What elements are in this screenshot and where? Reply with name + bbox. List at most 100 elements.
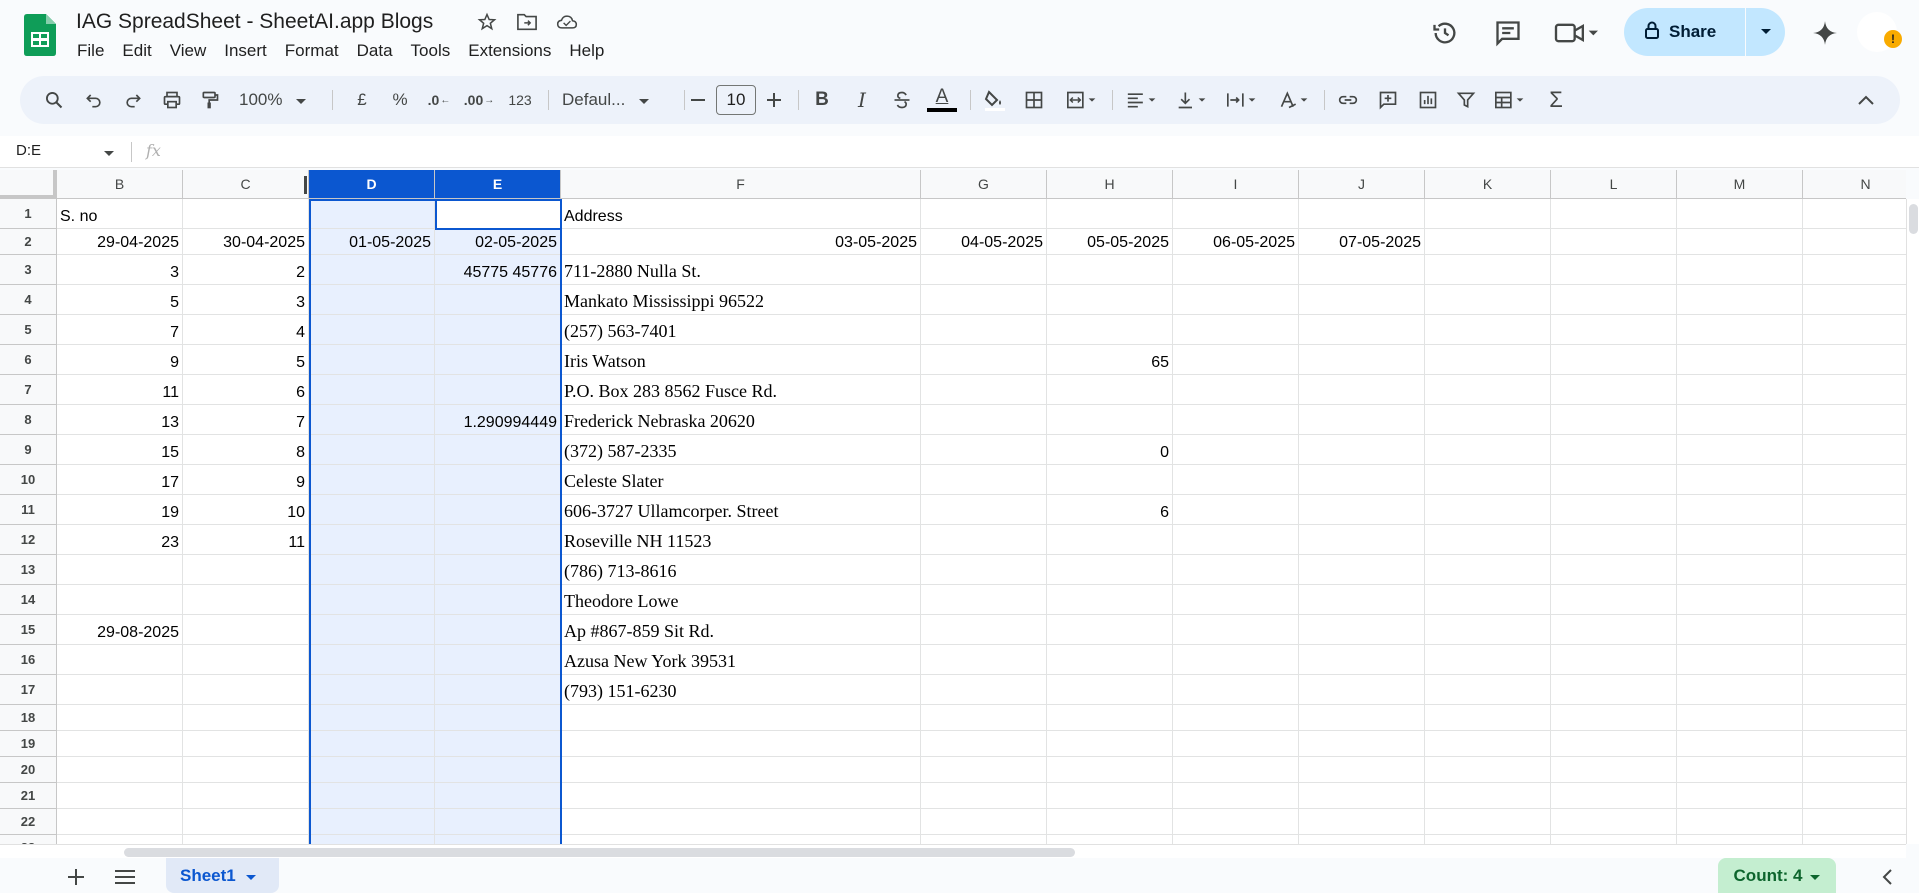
row-header-14[interactable]: 14 [0,585,57,615]
share-button[interactable]: Share [1624,8,1745,56]
cell-b5[interactable]: 7 [57,315,183,345]
search-menus-icon[interactable] [40,86,68,114]
cell-i14[interactable] [1173,585,1299,615]
cell-h7[interactable] [1047,375,1173,405]
column-header-d[interactable]: D [309,170,435,199]
cell-h9[interactable]: 0 [1047,435,1173,465]
column-header-e[interactable]: E [435,170,561,199]
undo-icon[interactable] [80,86,108,114]
cell-d19[interactable] [309,731,435,757]
cell-e18[interactable] [435,705,561,731]
column-header-i[interactable]: I [1173,170,1299,199]
cell-k18[interactable] [1425,705,1551,731]
cell-n12[interactable] [1803,525,1906,555]
cell-k14[interactable] [1425,585,1551,615]
cell-k20[interactable] [1425,757,1551,783]
collapse-toolbar-icon[interactable] [1852,86,1880,114]
cell-n8[interactable] [1803,405,1906,435]
cell-k19[interactable] [1425,731,1551,757]
row-header-15[interactable]: 15 [0,615,57,645]
row-header-22[interactable]: 22 [0,809,57,835]
cell-b14[interactable] [57,585,183,615]
cell-j17[interactable] [1299,675,1425,705]
cell-l12[interactable] [1551,525,1677,555]
vertical-scroll-thumb[interactable] [1909,204,1918,234]
menu-file[interactable]: File [68,39,113,63]
cell-g19[interactable] [921,731,1047,757]
menu-help[interactable]: Help [560,39,613,63]
cell-i13[interactable] [1173,555,1299,585]
cell-d23[interactable] [309,835,435,844]
cell-n14[interactable] [1803,585,1906,615]
row-header-8[interactable]: 8 [0,405,57,435]
cell-b8[interactable]: 13 [57,405,183,435]
cell-m16[interactable] [1677,645,1803,675]
cell-g16[interactable] [921,645,1047,675]
paint-format-icon[interactable] [196,86,224,114]
horizontal-scrollbar[interactable] [0,844,1906,858]
formula-input[interactable] [180,141,1880,163]
cell-n15[interactable] [1803,615,1906,645]
italic-button[interactable]: I [850,86,874,114]
cell-e4[interactable] [435,285,561,315]
cell-n2[interactable] [1803,229,1906,255]
cell-i18[interactable] [1173,705,1299,731]
cell-k16[interactable] [1425,645,1551,675]
cell-n7[interactable] [1803,375,1906,405]
count-summary-button[interactable]: Count: 4 [1718,858,1836,893]
move-to-folder-icon[interactable] [516,11,538,33]
cell-j16[interactable] [1299,645,1425,675]
row-header-19[interactable]: 19 [0,731,57,757]
cell-n3[interactable] [1803,255,1906,285]
cell-f20[interactable] [561,757,921,783]
cell-b16[interactable] [57,645,183,675]
cell-l19[interactable] [1551,731,1677,757]
cell-m20[interactable] [1677,757,1803,783]
cell-l4[interactable] [1551,285,1677,315]
row-header-3[interactable]: 3 [0,255,57,285]
cell-g3[interactable] [921,255,1047,285]
document-title[interactable]: IAG SpreadSheet - SheetAI.app Blogs [76,10,433,34]
cell-l18[interactable] [1551,705,1677,731]
cell-e11[interactable] [435,495,561,525]
cell-f15[interactable]: Ap #867-859 Sit Rd. [561,615,921,645]
row-header-13[interactable]: 13 [0,555,57,585]
bold-button[interactable]: B [810,86,834,114]
cell-m2[interactable] [1677,229,1803,255]
cell-j19[interactable] [1299,731,1425,757]
cell-n4[interactable] [1803,285,1906,315]
cell-l20[interactable] [1551,757,1677,783]
text-color-button[interactable]: A [926,86,958,114]
share-dropdown-button[interactable] [1746,8,1785,56]
cell-l7[interactable] [1551,375,1677,405]
cell-h4[interactable] [1047,285,1173,315]
cell-f3[interactable]: 711-2880 Nulla St. [561,255,921,285]
cell-m8[interactable] [1677,405,1803,435]
cell-l23[interactable] [1551,835,1677,844]
cell-g15[interactable] [921,615,1047,645]
insert-link-icon[interactable] [1334,86,1362,114]
cell-h21[interactable] [1047,783,1173,809]
cell-i9[interactable] [1173,435,1299,465]
row-header-21[interactable]: 21 [0,783,57,809]
horizontal-scroll-thumb[interactable] [124,848,1075,857]
cell-m9[interactable] [1677,435,1803,465]
cell-e16[interactable] [435,645,561,675]
cell-j2[interactable]: 07-05-2025 [1299,229,1425,255]
cell-l11[interactable] [1551,495,1677,525]
cell-c1[interactable] [183,199,309,229]
cell-n18[interactable] [1803,705,1906,731]
cell-c16[interactable] [183,645,309,675]
vertical-align-icon[interactable] [1170,86,1214,114]
cell-h17[interactable] [1047,675,1173,705]
cell-j5[interactable] [1299,315,1425,345]
row-header-12[interactable]: 12 [0,525,57,555]
cell-d15[interactable] [309,615,435,645]
cell-c20[interactable] [183,757,309,783]
cell-i1[interactable] [1173,199,1299,229]
cell-m4[interactable] [1677,285,1803,315]
cell-n9[interactable] [1803,435,1906,465]
merge-cells-icon[interactable] [1060,86,1104,114]
cell-b12[interactable]: 23 [57,525,183,555]
name-box[interactable]: D:E [16,142,41,159]
